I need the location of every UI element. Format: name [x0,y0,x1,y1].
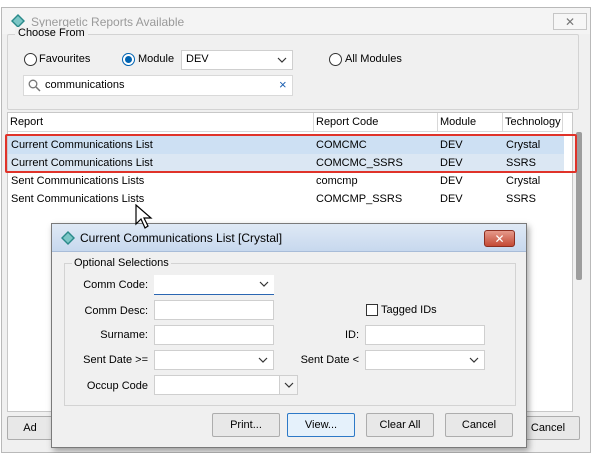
chevron-down-icon [258,357,268,363]
comm-code-label: Comm Code: [83,279,148,291]
row-technology: Crystal [506,175,541,187]
row-code: COMCMP_SSRS [316,193,403,205]
choose-from-group [7,34,579,110]
sent-date-to-select[interactable] [365,350,485,370]
comm-code-select[interactable] [154,275,274,295]
column-header-report[interactable]: Report [8,113,314,132]
search-value: communications [45,79,125,91]
cancel-button-label: Cancel [530,422,566,434]
add-button[interactable]: Ad [7,416,53,440]
tagged-ids-checkbox[interactable] [366,304,378,316]
close-icon: ✕ [494,231,505,246]
comm-desc-field[interactable] [154,300,274,320]
module-select[interactable]: DEV [181,50,293,70]
module-label: Module [138,53,175,65]
print-button-label: Print... [230,419,262,431]
chevron-down-icon [277,57,287,63]
chevron-down-icon [469,357,479,363]
table-row[interactable]: Sent Communications Lists COMCMP_SSRS DE… [8,190,564,208]
comm-desc-label: Comm Desc: [84,305,148,317]
clear-all-button-label: Clear All [379,419,421,431]
tagged-ids-label: Tagged IDs [381,304,437,316]
column-header-module[interactable]: Module [438,113,503,132]
row-module: DEV [440,193,463,205]
favourites-label: Favourites [39,53,91,65]
app-icon [11,14,25,28]
report-parameters-dialog: Current Communications List [Crystal] ✕ … [51,223,527,448]
close-button[interactable]: ✕ [553,13,587,30]
mouse-cursor-icon [135,204,153,229]
all-modules-radio[interactable] [329,53,342,66]
surname-label: Surname: [100,329,148,341]
occup-code-label: Occup Code [86,380,148,392]
row-code: comcmp [316,175,358,187]
optional-selections-label: Optional Selections [72,257,171,269]
app-icon [61,231,75,245]
row-report: Sent Communications Lists [11,175,145,187]
clear-search-icon[interactable]: × [279,77,287,92]
module-radio[interactable] [122,53,135,66]
occup-code-select[interactable] [154,375,298,395]
occup-code-dropdown-button[interactable] [279,376,297,394]
add-button-label: Ad [23,422,37,434]
dialog-title-bar: Current Communications List [Crystal] ✕ [52,224,526,252]
row-technology: SSRS [506,193,536,205]
search-icon [28,79,41,92]
view-button[interactable]: View... [287,413,355,437]
chevron-down-icon [259,281,269,287]
row-module: DEV [440,175,463,187]
close-icon: ✕ [564,14,576,29]
chevron-down-icon [284,382,294,388]
print-button[interactable]: Print... [212,413,280,437]
search-input[interactable]: communications × [23,75,293,96]
row-report: Sent Communications Lists [11,193,145,205]
module-select-value: DEV [186,53,209,65]
sent-date-to-label: Sent Date < [300,354,359,366]
column-header-technology[interactable]: Technology [503,113,563,132]
sent-date-from-label: Sent Date >= [83,354,148,366]
clear-all-button[interactable]: Clear All [366,413,434,437]
column-header-report-code[interactable]: Report Code [314,113,438,132]
favourites-radio[interactable] [24,53,37,66]
sent-date-from-select[interactable] [154,350,274,370]
dialog-cancel-button-label: Cancel [461,419,497,431]
id-label: ID: [344,329,359,341]
id-field[interactable] [365,325,485,345]
dialog-cancel-button[interactable]: Cancel [445,413,513,437]
surname-field[interactable] [154,325,274,345]
view-button-label: View... [304,419,338,431]
table-row[interactable]: Sent Communications Lists comcmp DEV Cry… [8,172,564,190]
highlight-annotation [5,134,577,173]
dialog-title: Current Communications List [Crystal] [80,231,283,245]
dialog-close-button[interactable]: ✕ [484,230,515,247]
choose-from-label: Choose From [15,27,88,39]
title-bar: Synergetic Reports Available ✕ [2,8,590,34]
all-modules-label: All Modules [345,53,402,65]
